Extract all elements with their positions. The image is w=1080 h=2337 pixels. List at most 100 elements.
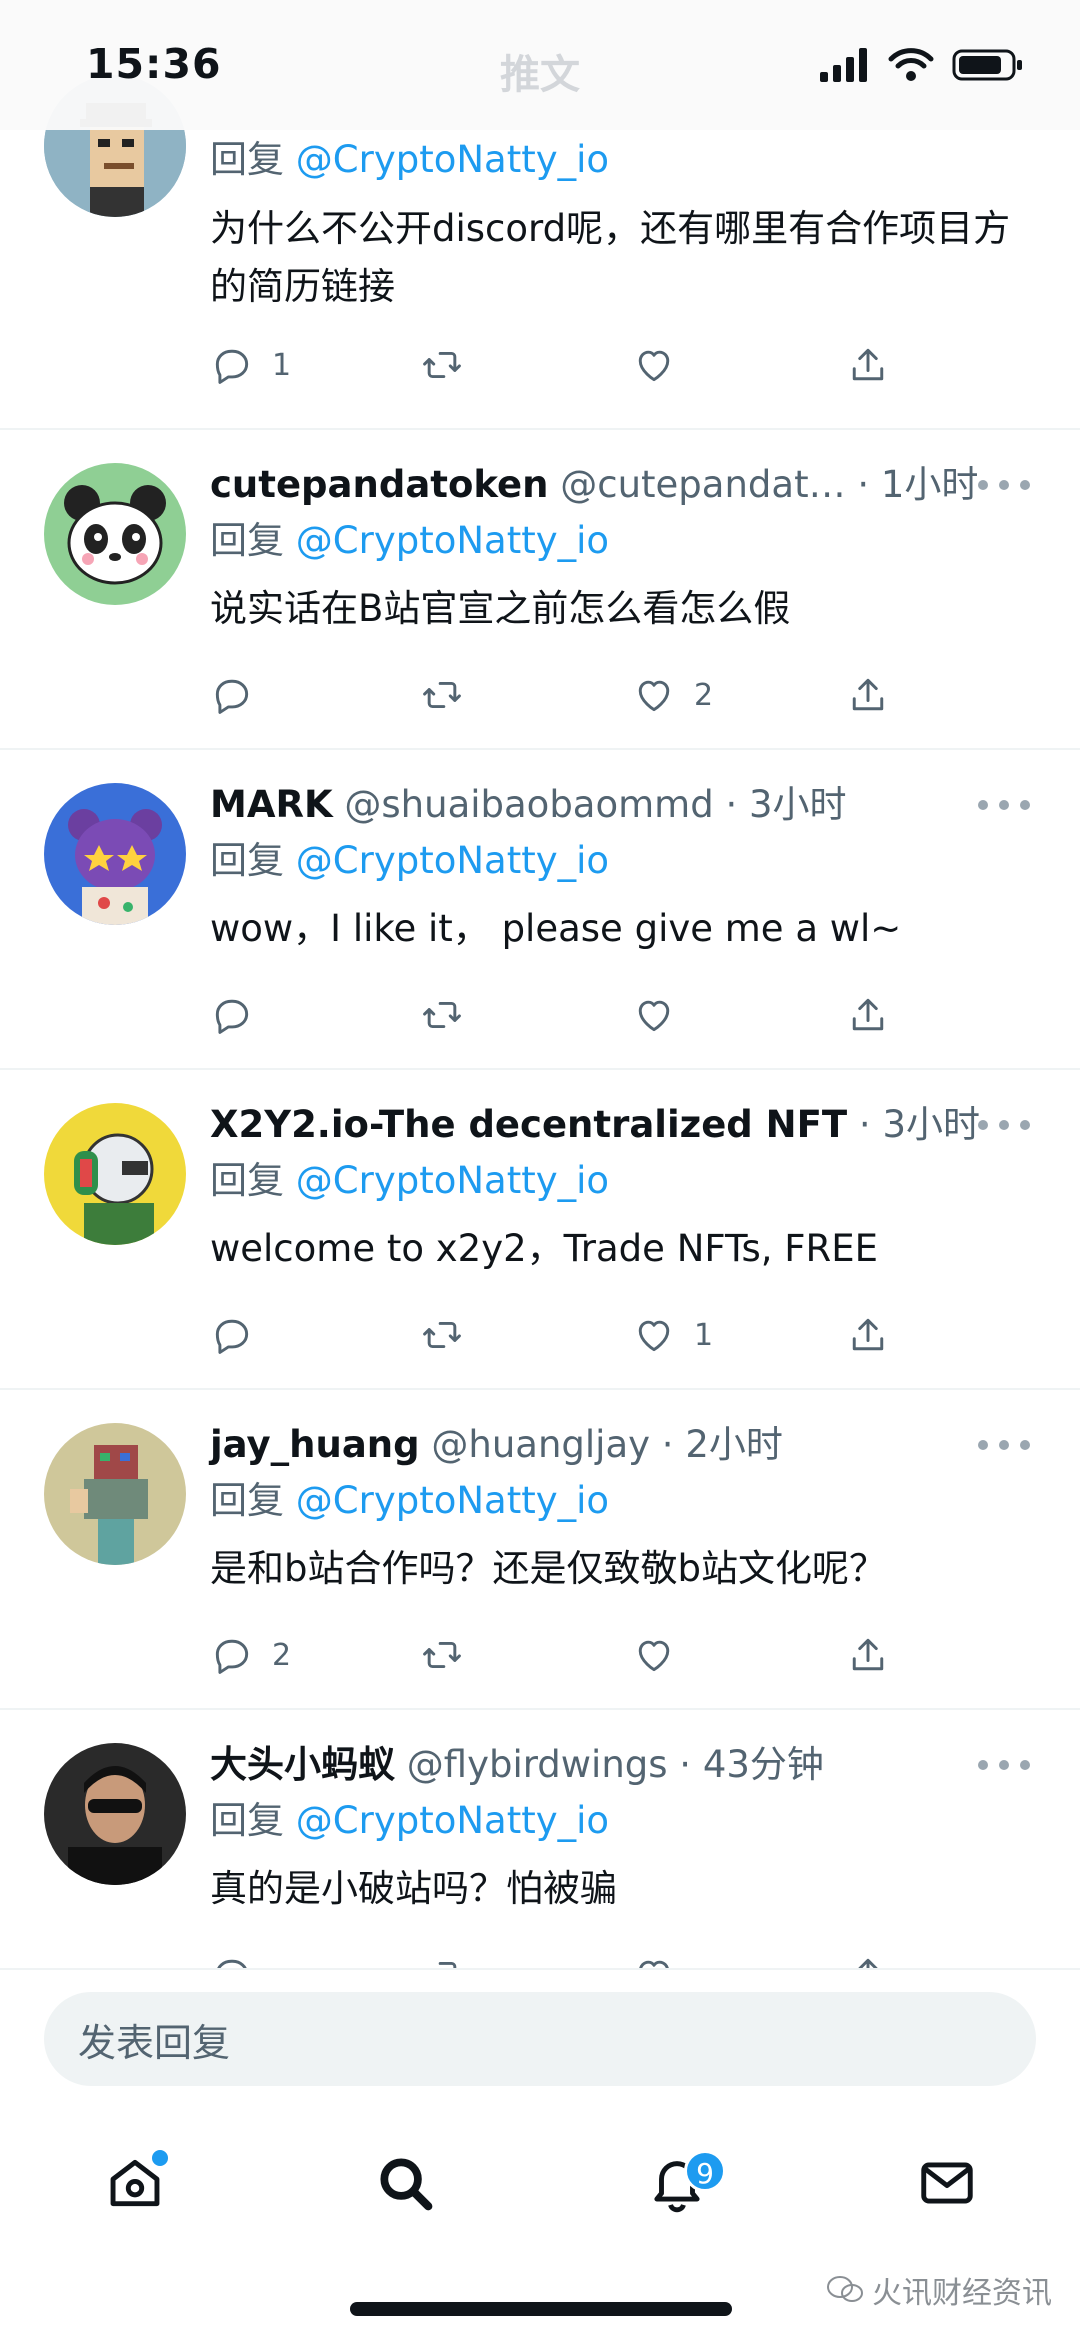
share-button[interactable] — [846, 1625, 890, 1685]
reply-icon — [215, 1319, 249, 1354]
tweet-item[interactable]: cutepandatoken @cutepandat… · 1小时 回复 @Cr… — [0, 430, 1080, 750]
reply-button[interactable] — [210, 1945, 254, 1968]
battery-icon — [952, 49, 1022, 81]
reply-context: 回复 @CryptoNatty_io — [210, 1479, 610, 1522]
tweet-item[interactable]: jay_huang @huangljay · 2小时 回复 @CryptoNat… — [0, 1390, 1080, 1710]
reply-button[interactable] — [210, 985, 272, 1045]
like-button[interactable] — [632, 335, 694, 395]
display-name[interactable]: 大头小蚂蚁 — [210, 1743, 395, 1786]
reply-icon — [215, 1639, 249, 1674]
home-indicator[interactable] — [350, 2302, 732, 2316]
reply-context: 回复 @CryptoNatty_io — [210, 1159, 610, 1202]
wifi-icon — [888, 48, 934, 81]
reply-icon — [215, 679, 249, 714]
display-name[interactable]: MARK — [210, 783, 333, 826]
mention-link[interactable]: @CryptoNatty_io — [296, 138, 609, 181]
reply-icon — [215, 349, 249, 384]
cellular-signal-icon — [820, 48, 867, 82]
mention-link[interactable]: @CryptoNatty_io — [296, 1799, 609, 1842]
reply-button[interactable]: 1 — [210, 335, 291, 395]
display-name[interactable]: cutepandatoken — [210, 463, 548, 506]
tab-home[interactable] — [70, 2128, 200, 2238]
retweet-icon — [423, 681, 461, 709]
share-button[interactable] — [846, 665, 890, 725]
tweet-header: MARK @shuaibaobaommd · 3小时 — [210, 783, 847, 826]
share-icon — [858, 1958, 878, 1968]
reply-feed[interactable]: 回复 @CryptoNatty_io 为什么不公开discord呢，还有哪里有合… — [0, 0, 1080, 1968]
heart-icon — [638, 350, 670, 382]
mention-link[interactable]: @CryptoNatty_io — [296, 1159, 609, 1202]
envelope-icon — [921, 2162, 973, 2204]
user-handle[interactable]: @shuaibaobaommd — [344, 783, 713, 826]
tweet-text: welcome to x2y2，Trade NFTs, FREE — [210, 1227, 879, 1270]
share-button[interactable] — [846, 985, 890, 1045]
avatar[interactable] — [44, 463, 186, 605]
retweet-button[interactable] — [420, 1625, 464, 1685]
tweet-text: 是和b站合作吗？还是仅致敬b站文化呢？ — [210, 1547, 886, 1590]
tweet-header: cutepandatoken @cutepandat… · 1小时 — [210, 463, 979, 506]
retweet-button[interactable] — [420, 1305, 464, 1365]
like-button[interactable] — [632, 1625, 694, 1685]
avatar[interactable] — [44, 783, 186, 925]
tweet-actions: 2 — [210, 665, 1030, 725]
more-dots-icon[interactable] — [978, 1110, 1030, 1140]
tab-notifications[interactable]: 9 — [612, 2128, 742, 2238]
tab-search[interactable] — [340, 2128, 470, 2238]
user-handle[interactable]: @cutepandat… — [560, 463, 845, 506]
tweet-item[interactable]: 大头小蚂蚁 @flybirdwings · 43分钟 回复 @CryptoNat… — [0, 1710, 1080, 1968]
notifications-badge: 9 — [684, 2150, 726, 2192]
reply-context: 回复 @CryptoNatty_io — [210, 1799, 610, 1842]
reply-button[interactable]: 2 — [210, 1625, 291, 1685]
reply-button[interactable] — [210, 1305, 272, 1365]
retweet-icon — [423, 1641, 461, 1669]
reply-icon — [217, 1959, 247, 1968]
reply-input[interactable]: 发表回复 — [44, 1992, 1036, 2086]
avatar[interactable] — [44, 1423, 186, 1565]
retweet-button[interactable] — [420, 985, 464, 1045]
share-button[interactable] — [846, 335, 890, 395]
tweet-text: 真的是小破站吗？怕被骗 — [210, 1867, 617, 1910]
like-button[interactable]: 1 — [632, 1305, 713, 1365]
share-icon — [852, 1318, 884, 1351]
like-button[interactable] — [632, 1945, 676, 1968]
more-dots-icon[interactable] — [978, 790, 1030, 820]
like-button[interactable]: 2 — [632, 665, 713, 725]
mention-link[interactable]: @CryptoNatty_io — [296, 839, 609, 882]
more-dots-icon[interactable] — [978, 470, 1030, 500]
photo-avatar-icon — [44, 1743, 186, 1885]
retweet-button[interactable] — [420, 1945, 464, 1968]
like-button[interactable] — [632, 985, 694, 1045]
mention-link[interactable]: @CryptoNatty_io — [296, 1479, 609, 1522]
avatar[interactable] — [44, 1103, 186, 1245]
more-dots-icon[interactable] — [978, 1430, 1030, 1460]
avatar[interactable] — [44, 1743, 186, 1885]
heart-icon — [638, 1000, 670, 1032]
tweet-header: jay_huang @huangljay · 2小时 — [210, 1423, 783, 1466]
heart-icon — [638, 680, 670, 712]
retweet-icon — [438, 1961, 457, 1968]
status-icons — [820, 48, 1024, 82]
share-button[interactable] — [846, 1945, 890, 1968]
tweet-time: 43分钟 — [702, 1743, 824, 1786]
heart-icon — [638, 1320, 670, 1352]
tab-messages[interactable] — [882, 2128, 1012, 2238]
display-name[interactable]: jay_huang — [210, 1423, 420, 1466]
share-button[interactable] — [846, 1305, 890, 1365]
share-icon — [852, 1638, 884, 1671]
reply-button[interactable] — [210, 665, 272, 725]
user-handle[interactable]: @flybirdwings — [407, 1743, 668, 1786]
more-dots-icon[interactable] — [978, 1750, 1030, 1780]
reply-compose-bar: 发表回复 — [0, 1968, 1080, 2108]
tweet-item[interactable]: MARK @shuaibaobaommd · 3小时 回复 @CryptoNat… — [0, 750, 1080, 1070]
mention-link[interactable]: @CryptoNatty_io — [296, 519, 609, 562]
tweet-time: 3小时 — [748, 783, 847, 826]
retweet-button[interactable] — [420, 335, 464, 395]
user-handle[interactable]: @huangljay — [431, 1423, 650, 1466]
share-icon — [852, 348, 884, 381]
tweet-item[interactable]: X2Y2.io-The decentralized NFT · 3小时 回复 @… — [0, 1070, 1080, 1390]
x2y2-avatar-icon — [44, 1103, 186, 1245]
retweet-icon — [423, 1321, 461, 1349]
retweet-button[interactable] — [420, 665, 464, 725]
display-name[interactable]: X2Y2.io-The decentralized NFT — [210, 1103, 847, 1146]
search-icon — [380, 2158, 433, 2211]
